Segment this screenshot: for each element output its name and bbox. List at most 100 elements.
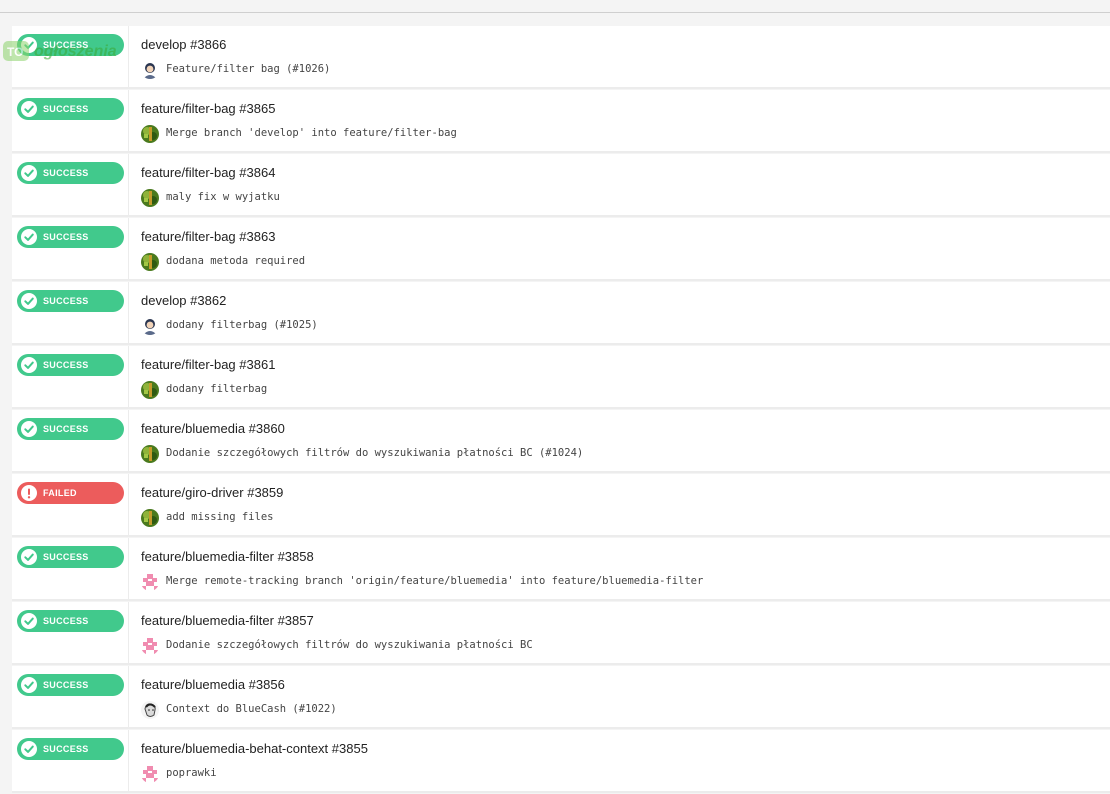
build-row[interactable]: SUCCESS feature/bluemedia #3856 Context do… [12,666,1110,729]
build-title-link[interactable]: feature/filter-bag #3864 [141,165,275,180]
build-info: feature/filter-bag #3861 dodany filterbag [141,346,1110,407]
build-row[interactable]: FAILED feature/giro-driver #3859 add missi… [12,474,1110,537]
status-badge-success[interactable]: SUCCESS [17,290,124,312]
build-title-link[interactable]: develop #3866 [141,37,226,52]
build-title-link[interactable]: feature/bluemedia #3856 [141,677,285,692]
status-label: FAILED [43,488,77,498]
build-info: feature/filter-bag #3864 maly fix w wyjat… [141,154,1110,215]
build-info: feature/filter-bag #3863 dodana metoda re… [141,218,1110,279]
commit-message: add missing files [166,511,274,523]
build-row[interactable]: SUCCESS feature/filter-bag #3864 maly fix … [12,154,1110,217]
build-row[interactable]: SUCCESS develop #3866 Feature/filter bag (… [12,26,1110,89]
status-badge-success[interactable]: SUCCESS [17,162,124,184]
status-badge-success[interactable]: SUCCESS [17,738,124,760]
build-info: feature/bluemedia-filter #3858 Merge remo… [141,538,1110,599]
commit-message: Merge remote-tracking branch 'origin/fea… [166,575,704,587]
status-label: SUCCESS [43,232,89,242]
green-avatar-icon [141,381,159,399]
build-row[interactable]: SUCCESS feature/bluemedia-filter #3858 Mer… [12,538,1110,601]
status-cell: SUCCESS [12,666,129,727]
status-badge-success[interactable]: SUCCESS [17,98,124,120]
check-circle-icon [21,613,37,629]
build-row[interactable]: SUCCESS feature/filter-bag #3861 dodany fi… [12,346,1110,409]
build-title-link[interactable]: feature/filter-bag #3865 [141,101,275,116]
status-label: SUCCESS [43,360,89,370]
check-circle-icon [21,165,37,181]
status-label: SUCCESS [43,296,89,306]
build-title-link[interactable]: feature/bluemedia-filter #3857 [141,613,314,628]
commit-message: dodana metoda required [166,255,306,267]
status-cell: SUCCESS [12,602,129,663]
status-badge-success[interactable]: SUCCESS [17,34,124,56]
commit-message: Feature/filter bag (#1026) [166,63,331,75]
check-circle-icon [21,421,37,437]
status-badge-success[interactable]: SUCCESS [17,610,124,632]
build-info: develop #3862 dodany filterbag (#1025) [141,282,1110,343]
build-row[interactable]: SUCCESS feature/bluemedia-filter #3857 Dod… [12,602,1110,665]
status-label: SUCCESS [43,552,89,562]
status-badge-success[interactable]: SUCCESS [17,674,124,696]
build-row[interactable]: SUCCESS feature/filter-bag #3865 Merge bra… [12,90,1110,153]
commit-message: Context do BlueCash (#1022) [166,703,337,715]
status-badge-success[interactable]: SUCCESS [17,546,124,568]
commit-message: Dodanie szczegółowych filtrów do wyszuki… [166,447,584,459]
build-list: SUCCESS develop #3866 Feature/filter bag (… [12,26,1110,794]
top-divider [0,12,1110,13]
build-row[interactable]: SUCCESS feature/bluemedia-behat-context #… [12,730,1110,793]
check-circle-icon [21,549,37,565]
person-avatar-icon [141,61,159,79]
green-avatar-icon [141,125,159,143]
commit-message: dodany filterbag (#1025) [166,319,318,331]
build-title-link[interactable]: feature/filter-bag #3861 [141,357,275,372]
green-avatar-icon [141,253,159,271]
check-circle-icon [21,37,37,53]
status-cell: SUCCESS [12,538,129,599]
status-label: SUCCESS [43,168,89,178]
build-title-link[interactable]: develop #3862 [141,293,226,308]
person-avatar-icon [141,317,159,335]
commit-message: poprawki [166,767,217,779]
build-title-link[interactable]: feature/bluemedia-behat-context #3855 [141,741,368,756]
commit-message: Dodanie szczegółowych filtrów do wyszuki… [166,639,533,651]
status-cell: FAILED [12,474,129,535]
build-title-link[interactable]: feature/giro-driver #3859 [141,485,283,500]
status-cell: SUCCESS [12,154,129,215]
build-info: feature/bluemedia #3860 Dodanie szczegóło… [141,410,1110,471]
build-info: feature/giro-driver #3859 add missing fil… [141,474,1110,535]
commit-message: maly fix w wyjatku [166,191,280,203]
commit-message: Merge branch 'develop' into feature/filt… [166,127,457,139]
status-cell: SUCCESS [12,218,129,279]
build-title-link[interactable]: feature/bluemedia-filter #3858 [141,549,314,564]
build-info: feature/bluemedia #3856 Context do BlueCa… [141,666,1110,727]
status-badge-failed[interactable]: FAILED [17,482,124,504]
build-info: feature/filter-bag #3865 Merge branch 'de… [141,90,1110,151]
build-title-link[interactable]: feature/filter-bag #3863 [141,229,275,244]
exclamation-circle-icon [21,485,37,501]
green-avatar-icon [141,189,159,207]
status-cell: SUCCESS [12,26,129,87]
green-avatar-icon [141,445,159,463]
status-label: SUCCESS [43,424,89,434]
build-info: develop #3866 Feature/filter bag (#1026) [141,26,1110,87]
check-circle-icon [21,293,37,309]
build-info: feature/bluemedia-filter #3857 Dodanie sz… [141,602,1110,663]
status-cell: SUCCESS [12,346,129,407]
status-badge-success[interactable]: SUCCESS [17,354,124,376]
check-circle-icon [21,229,37,245]
green-avatar-icon [141,509,159,527]
status-label: SUCCESS [43,40,89,50]
status-cell: SUCCESS [12,90,129,151]
check-circle-icon [21,677,37,693]
status-cell: SUCCESS [12,282,129,343]
build-row[interactable]: SUCCESS feature/filter-bag #3863 dodana me… [12,218,1110,281]
status-badge-success[interactable]: SUCCESS [17,418,124,440]
build-row[interactable]: SUCCESS develop #3862 dodany filterbag (#1… [12,282,1110,345]
status-badge-success[interactable]: SUCCESS [17,226,124,248]
build-title-link[interactable]: feature/bluemedia #3860 [141,421,285,436]
status-label: SUCCESS [43,680,89,690]
status-label: SUCCESS [43,104,89,114]
status-cell: SUCCESS [12,730,129,791]
build-row[interactable]: SUCCESS feature/bluemedia #3860 Dodanie sz… [12,410,1110,473]
pink-identicon-icon [141,637,159,655]
check-circle-icon [21,357,37,373]
